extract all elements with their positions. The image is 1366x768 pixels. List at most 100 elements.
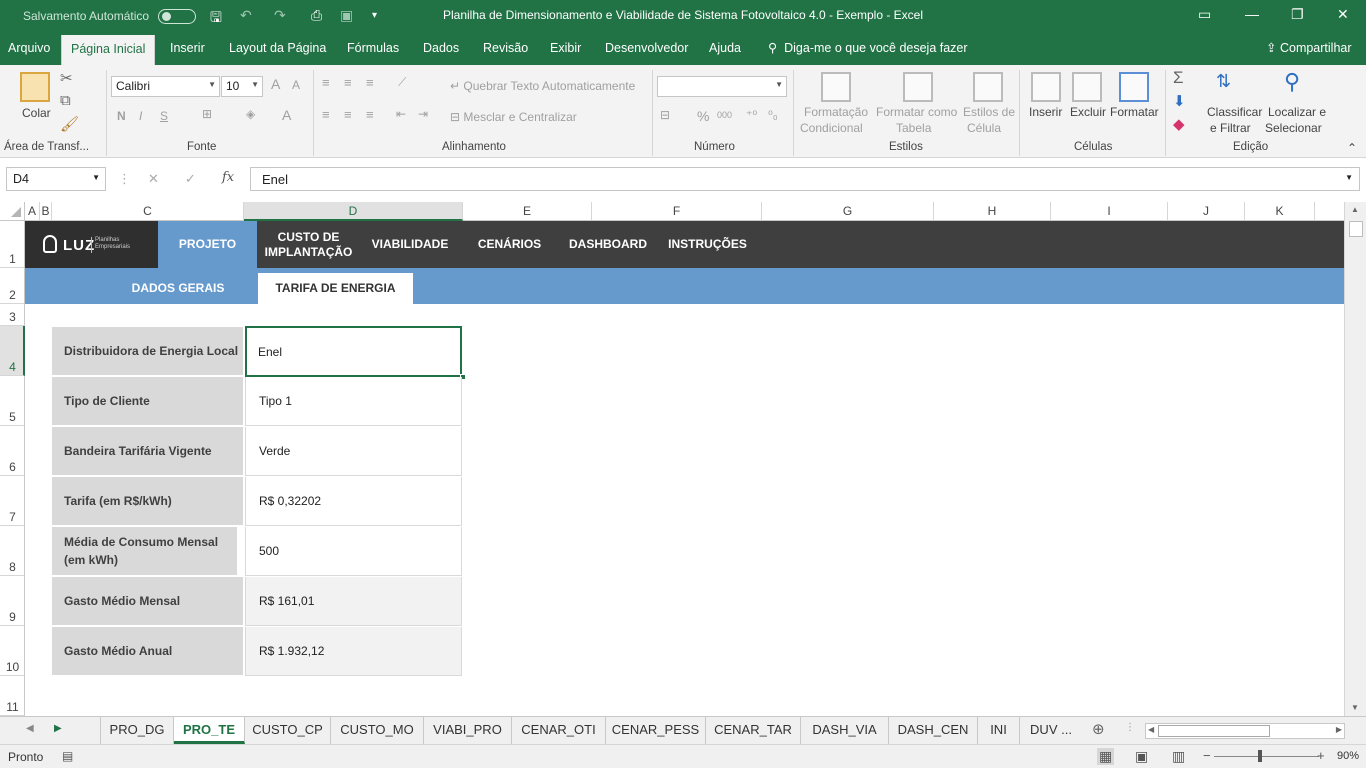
merge-center-button[interactable]: ⊟ Mesclar e Centralizar: [450, 110, 577, 124]
horizontal-scrollbar[interactable]: ◀ ▶: [1145, 723, 1345, 739]
sheet-tab-ini[interactable]: INI: [978, 717, 1020, 744]
column-header-k[interactable]: K: [1245, 202, 1315, 221]
format-painter-icon[interactable]: 🖌: [60, 115, 79, 133]
sheet-tab-pro-te[interactable]: PRO_TE: [174, 717, 245, 744]
number-format-select[interactable]: ▼: [657, 76, 787, 97]
subnav-tarifa-energia[interactable]: TARIFA DE ENERGIA: [258, 273, 413, 304]
grow-font-icon[interactable]: A: [271, 76, 280, 92]
align-right-icon[interactable]: ≡: [366, 107, 374, 122]
find-select-label-1[interactable]: Localizar e: [1268, 105, 1326, 119]
form-value-tarifa[interactable]: R$ 0,32202: [245, 477, 462, 526]
cell-styles-label-2[interactable]: Célula: [967, 121, 1001, 135]
column-header-j[interactable]: J: [1168, 202, 1245, 221]
page-break-view-icon[interactable]: ▥: [1172, 748, 1185, 765]
row-header-1[interactable]: 1: [0, 221, 25, 268]
sheet-tab-viabi-pro[interactable]: VIABI_PRO: [424, 717, 512, 744]
form-value-tipo-cliente[interactable]: Tipo 1: [245, 377, 462, 426]
scroll-right-icon[interactable]: ▶: [1336, 725, 1342, 734]
nav-custo-implantacao[interactable]: CUSTO DE IMPLANTAÇÃO: [261, 221, 356, 268]
nav-projeto[interactable]: PROJETO: [158, 221, 257, 268]
tab-revisao[interactable]: Revisão: [483, 41, 528, 55]
find-select-label-2[interactable]: Selecionar: [1265, 121, 1322, 135]
bold-icon[interactable]: N: [117, 109, 126, 123]
tab-formulas[interactable]: Fórmulas: [347, 41, 399, 55]
cut-icon[interactable]: ✂: [60, 69, 73, 87]
font-color-icon[interactable]: A: [282, 107, 291, 123]
zoom-slider-knob[interactable]: [1258, 750, 1262, 762]
scroll-thumb[interactable]: [1349, 221, 1363, 237]
zoom-in-icon[interactable]: +: [1317, 748, 1325, 763]
formula-input[interactable]: Enel ▼: [250, 167, 1360, 191]
paste-icon[interactable]: [20, 72, 50, 102]
conditional-format-label-2[interactable]: Condicional: [800, 121, 863, 135]
tab-dados[interactable]: Dados: [423, 41, 459, 55]
align-top-icon[interactable]: ≡: [322, 75, 330, 90]
column-header-a[interactable]: A: [25, 202, 40, 221]
autosum-icon[interactable]: Σ: [1173, 68, 1184, 88]
column-header-g[interactable]: G: [762, 202, 934, 221]
zoom-level[interactable]: 90%: [1337, 750, 1359, 762]
splitter-icon[interactable]: ⋮: [1125, 722, 1135, 733]
insert-function-icon[interactable]: fx: [222, 170, 234, 185]
scroll-left-icon[interactable]: ◀: [1148, 725, 1154, 734]
share-button[interactable]: ⇪ Compartilhar: [1266, 40, 1352, 55]
cancel-icon[interactable]: ✕: [148, 171, 159, 187]
sheet-tab-custo-mo[interactable]: CUSTO_MO: [331, 717, 424, 744]
collapse-ribbon-icon[interactable]: ⌃: [1347, 141, 1357, 155]
row-header-7[interactable]: 7: [0, 476, 25, 526]
column-header-d[interactable]: D: [244, 202, 463, 221]
name-box[interactable]: D4 ▼: [6, 167, 106, 191]
column-header-i[interactable]: I: [1051, 202, 1168, 221]
fill-icon[interactable]: ⬇: [1173, 92, 1186, 110]
row-header-3[interactable]: 3: [0, 304, 25, 326]
tab-ajuda[interactable]: Ajuda: [709, 41, 741, 55]
accounting-format-icon[interactable]: ⊟: [660, 108, 670, 122]
align-bottom-icon[interactable]: ≡: [366, 75, 374, 90]
decrease-decimal-icon[interactable]: ⁰₀: [768, 108, 778, 122]
column-header-h[interactable]: H: [934, 202, 1051, 221]
italic-icon[interactable]: I: [139, 109, 142, 123]
scroll-up-icon[interactable]: ▲: [1351, 205, 1359, 214]
orientation-icon[interactable]: ⟋: [398, 75, 406, 90]
nav-dashboard[interactable]: DASHBOARD: [563, 221, 653, 268]
form-value-bandeira[interactable]: Verde: [245, 427, 462, 476]
zoom-slider[interactable]: [1214, 756, 1319, 757]
row-header-9[interactable]: 9: [0, 576, 25, 626]
row-header-4[interactable]: 4: [0, 326, 25, 376]
format-table-label-2[interactable]: Tabela: [896, 121, 931, 135]
column-header-f[interactable]: F: [592, 202, 762, 221]
decrease-indent-icon[interactable]: ⇤: [396, 107, 406, 121]
normal-view-icon[interactable]: ▦: [1097, 748, 1115, 765]
nav-viabilidade[interactable]: VIABILIDADE: [365, 221, 455, 268]
sheet-tab-dash-via[interactable]: DASH_VIA: [801, 717, 889, 744]
row-header-5[interactable]: 5: [0, 376, 25, 426]
sort-filter-label-1[interactable]: Classificar: [1207, 105, 1262, 119]
conditional-format-label-1[interactable]: Formatação: [804, 105, 868, 119]
copy-icon[interactable]: ⧉: [60, 92, 71, 109]
increase-decimal-icon[interactable]: ⁺⁰: [746, 108, 757, 122]
sheet-tab-custo-cp[interactable]: CUSTO_CP: [245, 717, 331, 744]
macro-record-icon[interactable]: ▤: [62, 749, 73, 763]
sheet-tab-duv[interactable]: DUV ...: [1020, 717, 1082, 744]
nav-cenarios[interactable]: CENÁRIOS: [472, 221, 547, 268]
page-layout-view-icon[interactable]: ▣: [1135, 748, 1148, 765]
nav-instrucoes[interactable]: INSTRUÇÕES: [665, 221, 750, 268]
tab-desenvolvedor[interactable]: Desenvolvedor: [605, 41, 688, 55]
form-value-distribuidora[interactable]: Enel: [245, 326, 462, 377]
zoom-out-icon[interactable]: −: [1203, 748, 1211, 763]
row-header-2[interactable]: 2: [0, 268, 25, 304]
subnav-dados-gerais[interactable]: DADOS GERAIS: [123, 273, 233, 304]
align-left-icon[interactable]: ≡: [322, 107, 330, 122]
borders-icon[interactable]: ⊞: [202, 107, 212, 121]
minimize-icon[interactable]: —: [1245, 6, 1259, 22]
sheet-tab-cenar-tar[interactable]: CENAR_TAR: [706, 717, 801, 744]
cell-styles-label-1[interactable]: Estilos de: [963, 105, 1015, 119]
tab-layout[interactable]: Layout da Página: [229, 41, 326, 55]
enter-icon[interactable]: ✓: [185, 171, 196, 187]
ribbon-display-icon[interactable]: ▭: [1198, 6, 1211, 23]
column-header-e[interactable]: E: [463, 202, 592, 221]
column-header-b[interactable]: B: [40, 202, 52, 221]
tell-me-box[interactable]: ⚲ Diga-me o que você deseja fazer: [768, 40, 968, 55]
sheet-tab-cenar-oti[interactable]: CENAR_OTI: [512, 717, 606, 744]
close-icon[interactable]: ✕: [1337, 6, 1349, 23]
